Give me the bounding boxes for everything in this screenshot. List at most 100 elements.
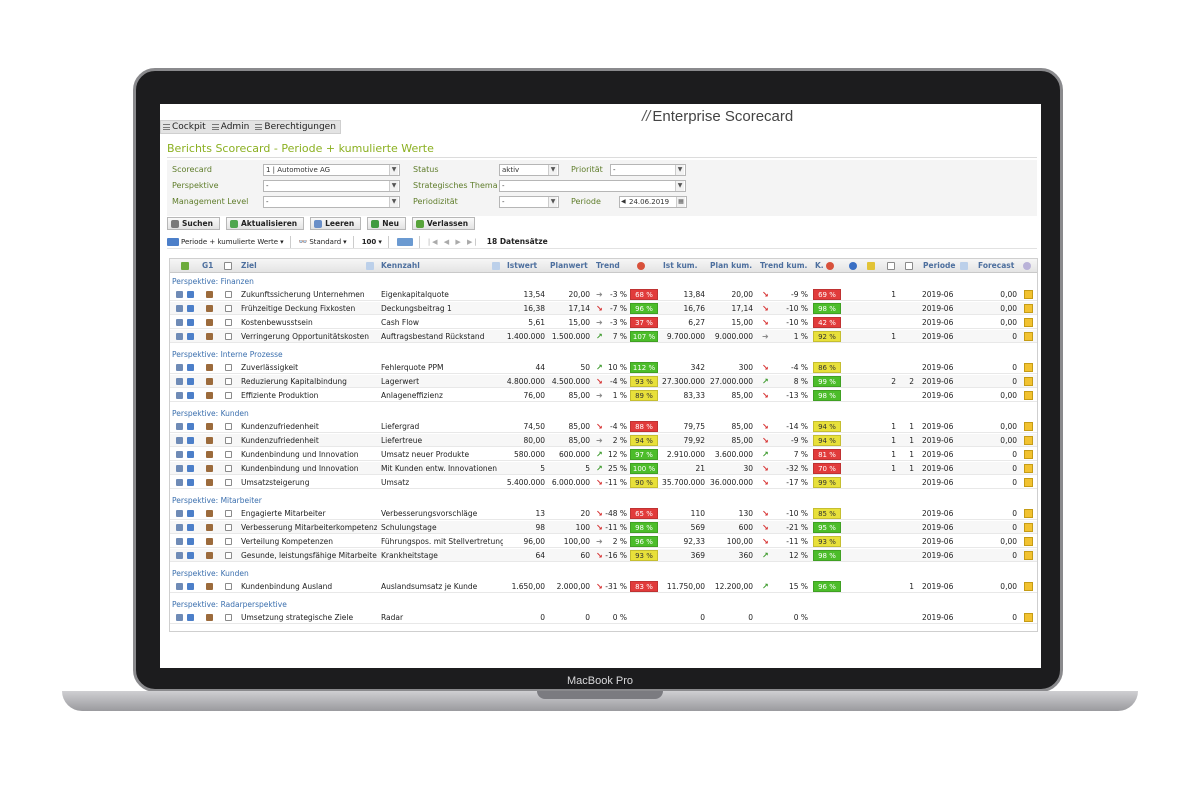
copy-icon[interactable] <box>225 614 232 621</box>
copy-icon[interactable] <box>225 392 232 399</box>
note-icon[interactable] <box>1024 377 1033 386</box>
copy-icon[interactable] <box>225 479 232 486</box>
col-ziel[interactable]: Ziel <box>241 259 257 273</box>
detail-icon[interactable] <box>187 392 194 399</box>
note-icon[interactable] <box>1024 551 1033 560</box>
export-button[interactable] <box>396 235 420 248</box>
table-row[interactable]: Verbesserung Mitarbeiterkompetenz Schulun… <box>170 521 1037 534</box>
edit-icon[interactable] <box>176 319 183 326</box>
menu-item-admin[interactable]: Admin <box>210 121 254 133</box>
calendar-icon[interactable]: ▦ <box>676 197 685 207</box>
kennzahl-cell[interactable]: Verbesserungsvorschläge <box>381 507 503 520</box>
note-icon[interactable] <box>1024 304 1033 313</box>
table-row[interactable]: Umsetzung strategische Ziele Radar 0 0 0 % 0 0… <box>170 611 1037 624</box>
detail-icon[interactable] <box>187 524 194 531</box>
edit-icon[interactable] <box>176 364 183 371</box>
edit-icon[interactable] <box>176 510 183 517</box>
kennzahl-cell[interactable]: Führungspos. mit Stellvertretung <box>381 535 503 548</box>
chart-icon[interactable] <box>206 479 213 486</box>
col-trend[interactable]: Trend <box>596 259 620 273</box>
kennzahl-cell[interactable]: Radar <box>381 611 503 624</box>
detail-icon[interactable] <box>187 479 194 486</box>
pagination-controls[interactable]: |◀ ◀ ▶ ▶| <box>428 238 479 246</box>
kennzahl-cell[interactable]: Liefergrad <box>381 420 503 433</box>
col-ist-kum[interactable]: Ist kum. <box>663 259 697 273</box>
kennzahl-cell[interactable]: Anlageneffizienz <box>381 389 503 402</box>
table-row[interactable]: Verringerung Opportunitätskosten Auftrags… <box>170 330 1037 343</box>
search-button[interactable]: Suchen <box>167 217 220 230</box>
edit-icon[interactable] <box>176 583 183 590</box>
ziel-cell[interactable]: Effiziente Produktion <box>241 389 377 402</box>
col-forecast[interactable]: Forecast <box>978 259 1014 273</box>
ziel-cell[interactable]: Gesunde, leistungsfähige Mitarbeiter <box>241 549 377 562</box>
chart-icon[interactable] <box>206 583 213 590</box>
detail-icon[interactable] <box>187 465 194 472</box>
note-icon[interactable] <box>1024 332 1033 341</box>
edit-icon[interactable] <box>176 524 183 531</box>
detail-icon[interactable] <box>187 378 194 385</box>
ziel-cell[interactable]: Kundenbindung und Innovation <box>241 462 377 475</box>
ziel-cell[interactable]: Verringerung Opportunitätskosten <box>241 330 377 343</box>
note-icon[interactable] <box>1024 613 1033 622</box>
edit-icon[interactable] <box>176 552 183 559</box>
prev-period-icon[interactable]: ◀ <box>621 197 626 207</box>
ziel-cell[interactable]: Umsatzsteigerung <box>241 476 377 489</box>
detail-icon[interactable] <box>187 423 194 430</box>
chart-icon[interactable] <box>206 510 213 517</box>
table-row[interactable]: Kundenbindung und Innovation Mit Kunden e… <box>170 462 1037 475</box>
chart-icon[interactable] <box>206 552 213 559</box>
note-icon[interactable] <box>1024 582 1033 591</box>
ziel-cell[interactable]: Zukunftssicherung Unternehmen <box>241 288 377 301</box>
note-icon[interactable] <box>1024 537 1033 546</box>
note-icon[interactable] <box>1024 363 1033 372</box>
chart-icon[interactable] <box>206 423 213 430</box>
note-icon[interactable] <box>1024 509 1033 518</box>
col-g1[interactable]: G1 <box>202 259 213 273</box>
ziel-cell[interactable]: Umsetzung strategische Ziele <box>241 611 377 624</box>
chart-icon[interactable] <box>206 305 213 312</box>
ziel-cell[interactable]: Frühzeitige Deckung Fixkosten <box>241 302 377 315</box>
ziel-cell[interactable]: Verteilung Kompetenzen <box>241 535 377 548</box>
detail-icon[interactable] <box>187 451 194 458</box>
chart-icon[interactable] <box>206 614 213 621</box>
col-planwert[interactable]: Planwert <box>550 259 588 273</box>
kennzahl-cell[interactable]: Mit Kunden entw. Innovationen <box>381 462 503 475</box>
detail-icon[interactable] <box>187 583 194 590</box>
exit-button[interactable]: Verlassen <box>411 217 476 230</box>
prioritat-select[interactable]: - ▼ <box>610 164 686 176</box>
view-selector[interactable]: Periode + kumulierte Werte ▾ <box>167 235 291 248</box>
note-icon[interactable] <box>1024 464 1033 473</box>
ziel-cell[interactable]: Reduzierung Kapitalbindung <box>241 375 377 388</box>
detail-icon[interactable] <box>187 614 194 621</box>
edit-icon[interactable] <box>176 392 183 399</box>
menu-item-cockpit[interactable]: Cockpit <box>161 121 210 133</box>
ziel-cell[interactable]: Zuverlässigkeit <box>241 361 377 374</box>
copy-icon[interactable] <box>225 291 232 298</box>
menu-item-berechtigungen[interactable]: Berechtigungen <box>253 121 340 133</box>
chart-icon[interactable] <box>206 437 213 444</box>
edit-icon[interactable] <box>176 538 183 545</box>
detail-icon[interactable] <box>187 364 194 371</box>
copy-icon[interactable] <box>225 524 232 531</box>
kennzahl-cell[interactable]: Auslandsumsatz je Kunde <box>381 580 503 593</box>
kennzahl-cell[interactable]: Eigenkapitalquote <box>381 288 503 301</box>
table-row[interactable]: Engagierte Mitarbeiter Verbesserungsvorsc… <box>170 507 1037 520</box>
kennzahl-cell[interactable]: Lagerwert <box>381 375 503 388</box>
table-row[interactable]: Verteilung Kompetenzen Führungspos. mit S… <box>170 535 1037 548</box>
detail-icon[interactable] <box>187 437 194 444</box>
ziel-cell[interactable]: Engagierte Mitarbeiter <box>241 507 377 520</box>
edit-icon[interactable] <box>176 305 183 312</box>
table-row[interactable]: Gesunde, leistungsfähige Mitarbeiter Kran… <box>170 549 1037 562</box>
copy-icon[interactable] <box>225 510 232 517</box>
col-kennzahl[interactable]: Kennzahl <box>381 259 420 273</box>
copy-icon[interactable] <box>225 319 232 326</box>
col-periode[interactable]: Periode <box>923 259 955 273</box>
periodizitat-select[interactable]: - ▼ <box>499 196 559 208</box>
detail-icon[interactable] <box>187 305 194 312</box>
ziel-cell[interactable]: Kostenbewusstsein <box>241 316 377 329</box>
chart-icon[interactable] <box>206 524 213 531</box>
note-icon[interactable] <box>1024 318 1033 327</box>
chart-icon[interactable] <box>206 451 213 458</box>
table-row[interactable]: Kostenbewusstsein Cash Flow 5,61 15,00 ➜ -3 %… <box>170 316 1037 329</box>
table-row[interactable]: Frühzeitige Deckung Fixkosten Deckungsbei… <box>170 302 1037 315</box>
